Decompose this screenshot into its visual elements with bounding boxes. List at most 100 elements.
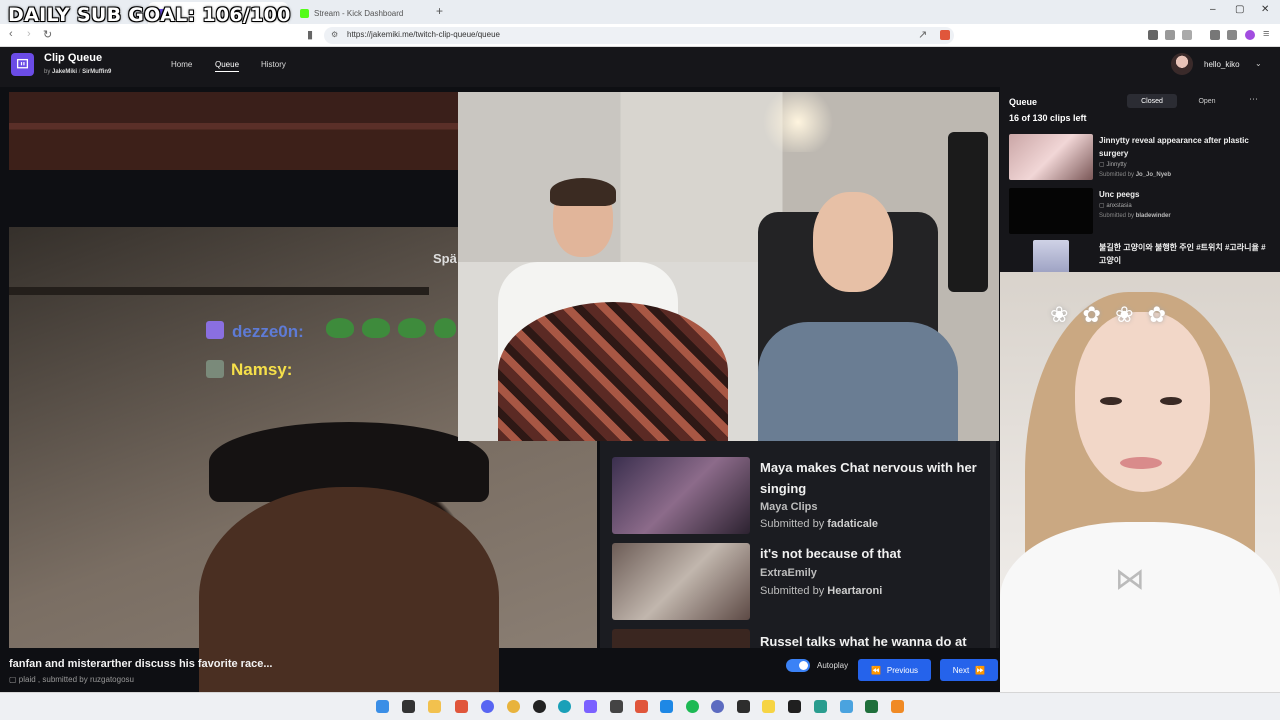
extension-icon[interactable]	[1148, 30, 1158, 40]
submitter-name: Heartaroni	[827, 585, 883, 597]
console-icon[interactable]	[788, 700, 801, 713]
extension-icon[interactable]	[1182, 30, 1192, 40]
submitter-name: bladewinder	[1135, 213, 1171, 219]
windows-start-icon[interactable]	[376, 700, 389, 713]
next-button[interactable]: Next ⏩	[940, 659, 998, 681]
current-clip-title: fanfan and misterarther discuss his favo…	[9, 658, 273, 670]
lamp-glow	[758, 92, 838, 152]
clip-submitter: Submitted by fadaticale	[760, 518, 878, 530]
hair	[550, 178, 616, 206]
clip-thumbnail[interactable]	[612, 543, 750, 620]
author-sirmuffin[interactable]: SirMuffin9	[82, 69, 111, 75]
app-icon[interactable]	[711, 700, 724, 713]
clip-title[interactable]: it's not because of that	[760, 543, 985, 564]
site-settings-icon[interactable]: ⚙	[331, 30, 338, 39]
avatar[interactable]	[1171, 53, 1193, 75]
extension-icon[interactable]	[1165, 30, 1175, 40]
clip-thumbnail[interactable]	[1009, 188, 1093, 234]
brave-icon[interactable]	[455, 700, 468, 713]
clip-channel: ▢ anxstasia	[1099, 203, 1132, 209]
hair-crown-icon: ❀ ✿ ❀ ✿	[1050, 302, 1171, 327]
forward-icon[interactable]: ›	[27, 28, 31, 40]
discord-icon[interactable]	[481, 700, 494, 713]
app-icon[interactable]	[610, 700, 623, 713]
terminal-icon[interactable]	[737, 700, 750, 713]
chevron-down-icon[interactable]: ⌄	[1255, 59, 1262, 68]
bookmark-icon[interactable]: ▮	[307, 28, 313, 41]
chrome-icon[interactable]	[507, 700, 520, 713]
clip-title[interactable]: Russel talks what he wanna do at	[760, 631, 985, 648]
edge-icon[interactable]	[558, 700, 571, 713]
app-icon[interactable]	[762, 700, 775, 713]
task-view-icon[interactable]	[402, 700, 415, 713]
clip-title[interactable]: Maya makes Chat nervous with her singing	[760, 457, 985, 499]
vlc-icon[interactable]	[891, 700, 904, 713]
brave-shield-icon[interactable]	[940, 30, 950, 40]
queue-count: 16 of 130 clips left	[1009, 113, 1087, 123]
video-shelf	[9, 287, 429, 295]
clip-thumbnail[interactable]	[612, 629, 750, 648]
taskbar	[0, 692, 1280, 720]
pepe-emote-icon	[398, 318, 426, 338]
nav-home[interactable]: Home	[171, 60, 192, 69]
queue-open-toggle[interactable]: Open	[1182, 94, 1232, 108]
shirt	[758, 322, 958, 441]
screen-root: { "overlay": { "sub_goal": "DAILY SUB GO…	[0, 0, 1280, 720]
inner-queue-list[interactable]: Maya makes Chat nervous with her singing…	[600, 441, 999, 648]
new-tab-icon[interactable]: +	[436, 4, 443, 18]
app-icon[interactable]	[814, 700, 827, 713]
profile-icon[interactable]	[1245, 30, 1255, 40]
next-label: Next	[952, 665, 970, 675]
back-icon[interactable]: ‹	[9, 28, 13, 40]
app-brand[interactable]: Clip Queue	[44, 52, 102, 64]
menu-icon[interactable]: ≡	[1263, 28, 1269, 40]
previous-label: Previous	[886, 665, 919, 675]
pepe-emote-icon	[326, 318, 354, 338]
lips	[1120, 457, 1162, 469]
app-icon[interactable]	[840, 700, 853, 713]
nav-history[interactable]: History	[261, 60, 286, 69]
clip-title[interactable]: Unc peegs	[1099, 188, 1271, 201]
username[interactable]: hello_kiko	[1204, 60, 1240, 69]
app-icon[interactable]	[660, 700, 673, 713]
nav-queue[interactable]: Queue	[215, 60, 240, 72]
url-text[interactable]: https://jakemiki.me/twitch-clip-queue/qu…	[347, 30, 500, 39]
clip-submitter: Submitted by Jo_Jo_Nyeb	[1099, 172, 1171, 178]
clip-submitter: Submitted by bladewinder	[1099, 213, 1171, 219]
list-item[interactable]: 불길한 고양이와 불행한 주인 #트위치 #고라니율 #고양이	[1009, 240, 1271, 272]
browser-tab-kick[interactable]: Stream - Kick Dashboard	[292, 2, 432, 24]
brave-icon[interactable]	[635, 700, 648, 713]
app-icon[interactable]	[584, 700, 597, 713]
file-explorer-icon[interactable]	[428, 700, 441, 713]
twitch-logo-icon[interactable]	[11, 53, 34, 76]
more-options-icon[interactable]: ⋯	[1249, 94, 1258, 105]
chat-bubble-icon: ▢	[9, 675, 17, 684]
author-jakemiki[interactable]: JakeMiki	[52, 69, 77, 75]
stream-video	[458, 92, 999, 441]
person-right	[758, 172, 978, 441]
current-clip-meta-text: plaid , submitted by ruzgatogosu	[18, 675, 134, 684]
maximize-icon[interactable]: ▢	[1235, 4, 1244, 15]
clip-title[interactable]: 불길한 고양이와 불행한 주인 #트위치 #고라니율 #고양이	[1099, 241, 1271, 267]
submitted-prefix: Submitted by	[1099, 172, 1135, 178]
face	[813, 192, 893, 292]
submitted-prefix: Submitted by	[760, 585, 825, 597]
microphone	[948, 132, 988, 292]
clip-title[interactable]: Jinnytty reveal appearance after plastic…	[1099, 134, 1271, 160]
previous-button[interactable]: ⏪ Previous	[858, 659, 931, 681]
app-icon[interactable]	[865, 700, 878, 713]
sidebar-icon[interactable]	[1227, 30, 1237, 40]
queue-closed-toggle[interactable]: Closed	[1127, 94, 1177, 108]
obs-icon[interactable]	[533, 700, 546, 713]
clip-thumbnail[interactable]	[1033, 240, 1069, 272]
close-window-icon[interactable]: ✕	[1261, 4, 1269, 15]
clip-thumbnail[interactable]	[612, 457, 750, 534]
spotify-icon[interactable]	[686, 700, 699, 713]
minimize-icon[interactable]: –	[1210, 4, 1216, 15]
autoplay-toggle[interactable]	[786, 659, 810, 672]
clip-thumbnail[interactable]	[1009, 134, 1093, 180]
streamer-webcam: ⋈ ❀ ✿ ❀ ✿	[1000, 272, 1280, 692]
share-icon[interactable]: ↗	[918, 28, 927, 41]
music-icon[interactable]	[1210, 30, 1220, 40]
reload-icon[interactable]: ↻	[43, 28, 52, 41]
